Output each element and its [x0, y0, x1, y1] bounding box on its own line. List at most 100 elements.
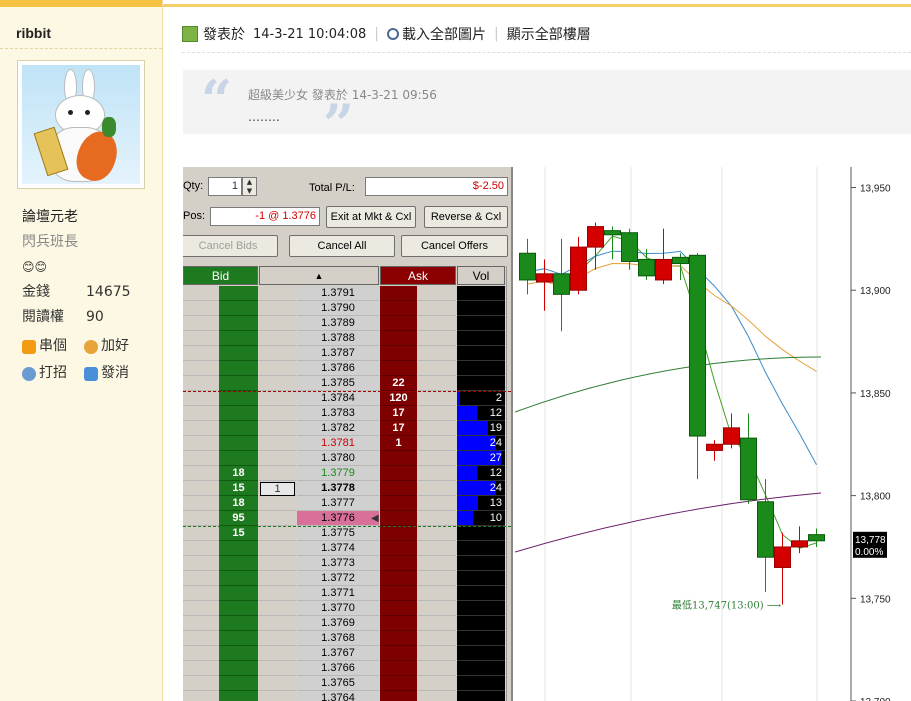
ladder-row[interactable]: 1.3770: [183, 601, 511, 616]
price-cell[interactable]: 1.3771: [297, 586, 379, 601]
ask-size-cell[interactable]: [380, 631, 417, 646]
ladder-row[interactable]: 1.3783 17 12: [183, 406, 511, 421]
ask-order-cell[interactable]: [418, 586, 456, 601]
ask-order-cell[interactable]: [418, 451, 456, 466]
ask-order-cell[interactable]: [418, 616, 456, 631]
bid-size-cell[interactable]: [219, 676, 258, 691]
bid-size-cell[interactable]: 95: [219, 511, 258, 526]
ask-size-cell[interactable]: [380, 361, 417, 376]
price-cell[interactable]: 1.3767: [297, 646, 379, 661]
ladder-row[interactable]: 15 1.3775: [183, 526, 511, 541]
ask-column-header[interactable]: Ask: [380, 266, 456, 285]
bid-size-cell[interactable]: [219, 331, 258, 346]
ask-order-cell[interactable]: [418, 481, 456, 496]
bid-size-cell[interactable]: [219, 286, 258, 301]
ladder-row[interactable]: 1.3765: [183, 676, 511, 691]
ask-order-cell[interactable]: [418, 316, 456, 331]
ask-size-cell[interactable]: [380, 601, 417, 616]
price-cell[interactable]: 1.3784: [297, 391, 379, 406]
ask-size-cell[interactable]: [380, 331, 417, 346]
my-order-cell[interactable]: [259, 496, 296, 511]
ladder-row[interactable]: 1.3786: [183, 361, 511, 376]
ask-size-cell[interactable]: [380, 451, 417, 466]
bid-size-cell[interactable]: 15: [219, 526, 258, 541]
cancel-offers-button[interactable]: Cancel Offers: [401, 235, 508, 257]
my-order-cell[interactable]: 1: [259, 481, 296, 496]
my-order-cell[interactable]: [259, 616, 296, 631]
price-cell[interactable]: 1.3789: [297, 316, 379, 331]
bid-size-cell[interactable]: [219, 301, 258, 316]
my-order-cell[interactable]: [259, 601, 296, 616]
ladder-row[interactable]: 1.3782 17 19: [183, 421, 511, 436]
bid-column-header[interactable]: Bid: [183, 266, 258, 285]
my-order-cell[interactable]: [259, 286, 296, 301]
ask-order-cell[interactable]: [418, 301, 456, 316]
my-order-cell[interactable]: [259, 646, 296, 661]
ladder-row[interactable]: 1.3790: [183, 301, 511, 316]
my-order-cell[interactable]: [259, 661, 296, 676]
ladder-row[interactable]: 1.3791: [183, 286, 511, 301]
my-order-cell[interactable]: [259, 571, 296, 586]
my-order-cell[interactable]: [259, 526, 296, 541]
ask-order-cell[interactable]: [418, 691, 456, 701]
bid-size-cell[interactable]: [219, 346, 258, 361]
ask-size-cell[interactable]: [380, 586, 417, 601]
my-order-cell[interactable]: [259, 691, 296, 701]
my-order-cell[interactable]: [259, 421, 296, 436]
ladder-row[interactable]: 1.3789: [183, 316, 511, 331]
ladder-row[interactable]: 1.3768: [183, 631, 511, 646]
ladder-row[interactable]: 1.3772: [183, 571, 511, 586]
reverse-button[interactable]: Reverse & Cxl: [424, 206, 508, 228]
ladder-row[interactable]: 1.3780 27: [183, 451, 511, 466]
price-column-header[interactable]: ▲: [259, 266, 379, 285]
bid-size-cell[interactable]: [219, 691, 258, 701]
ask-order-cell[interactable]: [418, 331, 456, 346]
my-order-cell[interactable]: [259, 586, 296, 601]
price-cell[interactable]: 1.3786: [297, 361, 379, 376]
price-cell[interactable]: 1.3774: [297, 541, 379, 556]
ask-order-cell[interactable]: [418, 496, 456, 511]
price-cell[interactable]: 1.3773: [297, 556, 379, 571]
user-rank[interactable]: 閃兵班長: [22, 230, 131, 255]
ask-size-cell[interactable]: [380, 286, 417, 301]
cancel-bids-button[interactable]: Cancel Bids: [183, 235, 278, 257]
my-order-cell[interactable]: [259, 361, 296, 376]
my-order-cell[interactable]: [259, 331, 296, 346]
price-cell[interactable]: 1.3772: [297, 571, 379, 586]
ask-size-cell[interactable]: [380, 526, 417, 541]
bid-size-cell[interactable]: [219, 646, 258, 661]
bid-size-cell[interactable]: [219, 571, 258, 586]
ladder-row[interactable]: 1.3769: [183, 616, 511, 631]
qty-input[interactable]: 1: [208, 177, 242, 196]
my-order-cell[interactable]: [259, 511, 296, 526]
action-add-friend-button[interactable]: 加好: [84, 333, 146, 360]
price-cell[interactable]: 1.3770: [297, 601, 379, 616]
ask-order-cell[interactable]: [418, 631, 456, 646]
bid-size-cell[interactable]: [219, 601, 258, 616]
my-order-cell[interactable]: [259, 541, 296, 556]
ask-order-cell[interactable]: [418, 646, 456, 661]
working-order-badge[interactable]: 1: [260, 482, 295, 496]
vol-column-header[interactable]: Vol: [457, 266, 505, 285]
my-order-cell[interactable]: [259, 466, 296, 481]
my-order-cell[interactable]: [259, 346, 296, 361]
price-cell[interactable]: 1.3787: [297, 346, 379, 361]
ask-size-cell[interactable]: [380, 316, 417, 331]
bid-size-cell[interactable]: [219, 436, 258, 451]
bid-size-cell[interactable]: [219, 316, 258, 331]
price-cell[interactable]: 1.3775: [297, 526, 379, 541]
bid-size-cell[interactable]: [219, 661, 258, 676]
ladder-row[interactable]: 18 1.3779 12: [183, 466, 511, 481]
my-order-cell[interactable]: [259, 301, 296, 316]
price-cell[interactable]: 1.3779: [297, 466, 379, 481]
price-cell[interactable]: 1.3782: [297, 421, 379, 436]
bid-size-cell[interactable]: [219, 451, 258, 466]
price-cell[interactable]: 1.3765: [297, 676, 379, 691]
action-greet-button[interactable]: 打招: [22, 360, 84, 387]
price-cell[interactable]: 1.3768: [297, 631, 379, 646]
ask-size-cell[interactable]: 17: [380, 406, 417, 421]
bid-size-cell[interactable]: [219, 376, 258, 391]
ladder-row[interactable]: 1.3764: [183, 691, 511, 701]
action-visit-button[interactable]: 串個: [22, 333, 84, 360]
ladder-row[interactable]: 1.3784 120 2: [183, 391, 511, 406]
